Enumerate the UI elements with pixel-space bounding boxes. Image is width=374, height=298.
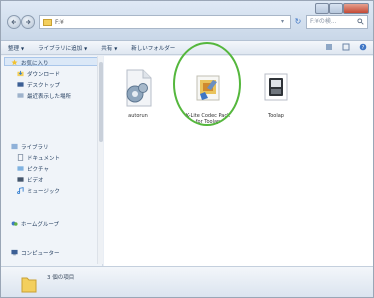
- share-label: 共有: [101, 45, 113, 52]
- close-button[interactable]: [343, 3, 369, 14]
- help-icon[interactable]: ?: [359, 43, 367, 51]
- sidebar-item-favorites[interactable]: お気に入り: [11, 58, 49, 67]
- status-bar: 3 個の項目: [1, 266, 373, 297]
- pictures-icon: [17, 166, 24, 171]
- file-label: Toolap: [268, 113, 284, 119]
- sidebar-item-libraries[interactable]: ライブラリ: [11, 142, 49, 151]
- search-placeholder: F:¥の検...: [310, 18, 337, 25]
- back-button[interactable]: [7, 15, 21, 29]
- sidebar-item-computer[interactable]: コンピューター: [11, 248, 60, 257]
- sidebar-item-homegroup[interactable]: ホームグループ: [11, 219, 59, 228]
- new-folder-button[interactable]: 新しいフォルダー: [124, 44, 182, 52]
- highlight-circle-annotation: [173, 42, 241, 126]
- minimize-button[interactable]: [315, 3, 329, 14]
- search-input[interactable]: F:¥の検...: [306, 15, 368, 29]
- sidebar-item-label: ピクチャ: [27, 166, 49, 173]
- preview-pane-icon[interactable]: [342, 43, 350, 51]
- search-icon: [357, 18, 364, 25]
- folder-icon: [21, 277, 37, 293]
- arrow-left-icon: [11, 19, 16, 25]
- sidebar-item-recent[interactable]: 最近表示した場所: [17, 91, 71, 100]
- sidebar-item-label: お気に入り: [21, 60, 49, 67]
- share-menu[interactable]: 共有 ▼: [94, 44, 124, 52]
- library-icon: [11, 143, 18, 150]
- include-library-menu[interactable]: ライブラリに追加 ▼: [31, 44, 94, 52]
- forward-button[interactable]: [21, 15, 35, 29]
- navigation-pane: お気に入り ダウンロード デスクトップ 最近表示した場所 ライブラリ ドキュメン…: [1, 56, 103, 266]
- arrow-right-icon: [26, 19, 31, 25]
- sidebar-item-downloads[interactable]: ダウンロード: [17, 69, 60, 78]
- address-toolbar: F:¥ ▾ ↻ F:¥の検...: [1, 1, 373, 41]
- file-label: autorun: [128, 113, 148, 119]
- application-icon: [264, 73, 288, 101]
- address-bar[interactable]: F:¥ ▾: [39, 15, 291, 29]
- item-count: 3 個の項目: [47, 275, 75, 281]
- sidebar-item-documents[interactable]: ドキュメント: [17, 153, 60, 162]
- maximize-button[interactable]: [329, 3, 343, 14]
- settings-file-icon: [126, 69, 152, 107]
- homegroup-icon: [11, 221, 18, 226]
- chevron-down-icon[interactable]: ▾: [281, 19, 287, 25]
- sidebar-item-label: ライブラリ: [21, 144, 49, 151]
- include-library-label: ライブラリに追加: [38, 45, 83, 52]
- video-icon: [17, 177, 24, 182]
- sidebar-item-desktop[interactable]: デスクトップ: [17, 80, 60, 89]
- sidebar-item-videos[interactable]: ビデオ: [17, 175, 44, 184]
- sidebar-item-label: ドキュメント: [27, 155, 61, 162]
- sidebar-item-label: デスクトップ: [27, 82, 61, 89]
- file-item-toolap[interactable]: Toolap: [250, 68, 302, 119]
- new-folder-label: 新しいフォルダー: [131, 45, 176, 52]
- star-icon: [11, 59, 18, 66]
- svg-text:?: ?: [362, 45, 365, 51]
- desktop-icon: [17, 82, 24, 87]
- scrollbar-thumb[interactable]: [99, 62, 103, 142]
- sidebar-item-label: ホームグループ: [21, 221, 60, 228]
- sidebar-item-label: コンピューター: [21, 250, 60, 257]
- sidebar-item-label: ミュージック: [27, 188, 60, 195]
- document-icon: [17, 154, 24, 161]
- view-options-icon[interactable]: [325, 43, 333, 51]
- file-list: autorun K-Lite Codec Pack for Toolap Too…: [104, 42, 373, 266]
- address-path: F:¥: [55, 18, 64, 26]
- refresh-button[interactable]: ↻: [292, 15, 304, 29]
- sidebar-item-pictures[interactable]: ピクチャ: [17, 164, 49, 173]
- organize-menu[interactable]: 整理 ▼: [1, 44, 31, 52]
- sidebar-item-label: 最近表示した場所: [27, 93, 72, 100]
- sidebar-item-label: ダウンロード: [27, 71, 61, 78]
- music-icon: [17, 187, 24, 194]
- computer-icon: [11, 249, 18, 256]
- explorer-window: F:¥ ▾ ↻ F:¥の検... 整理 ▼ ライブラリに追加 ▼ 共有 ▼ 新しいフォ…: [0, 0, 374, 298]
- recent-places-icon: [17, 93, 24, 98]
- organize-label: 整理: [8, 45, 20, 52]
- sidebar-scrollbar[interactable]: [97, 56, 103, 264]
- folder-icon: [43, 18, 52, 26]
- file-item-autorun[interactable]: autorun: [112, 68, 164, 119]
- sidebar-item-music[interactable]: ミュージック: [17, 186, 60, 195]
- download-folder-icon: [17, 70, 24, 77]
- sidebar-item-label: ビデオ: [27, 177, 44, 184]
